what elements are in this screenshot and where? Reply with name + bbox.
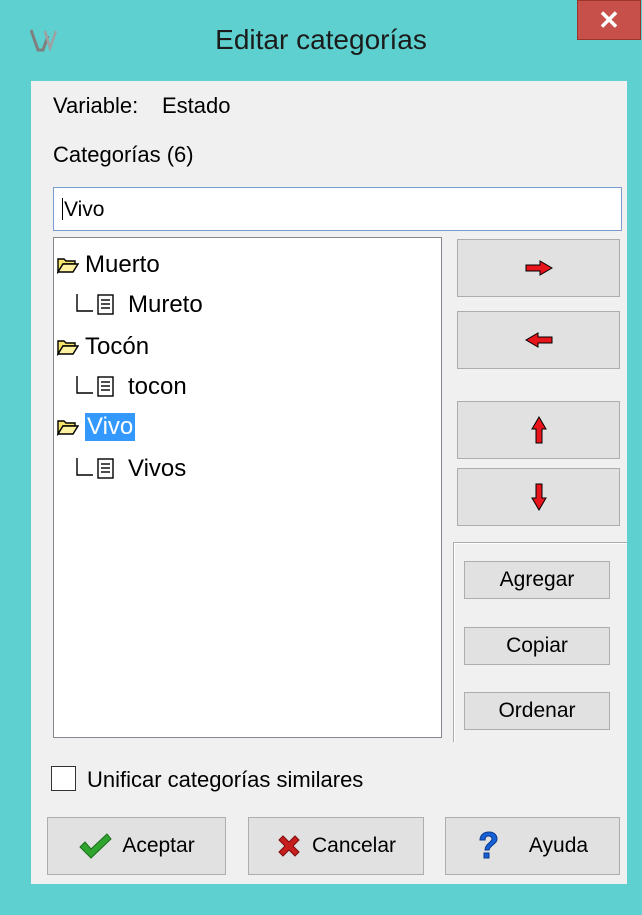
unify-similar-checkbox[interactable] (51, 766, 76, 791)
close-icon: ✕ (598, 4, 620, 35)
text-caret (62, 198, 63, 220)
tree-connector (76, 376, 93, 394)
arrow-right-icon (525, 260, 553, 276)
move-left-button[interactable] (457, 311, 620, 369)
document-icon (97, 294, 114, 315)
window-title: Editar categorías (215, 24, 427, 55)
help-question-icon (479, 831, 498, 859)
tree-item-muerto[interactable]: Muerto (57, 248, 160, 282)
tree-subitem-label: tocon (128, 373, 187, 400)
tree-subitem-label: Vivos (128, 455, 187, 482)
tree-item-vivo[interactable]: Vivo (57, 410, 136, 444)
cancel-button[interactable]: Cancelar (248, 817, 424, 875)
accept-button[interactable]: Aceptar (47, 817, 226, 875)
cancel-x-icon (278, 835, 300, 857)
add-button-label: Agregar (499, 568, 575, 591)
help-button-label: Ayuda (528, 834, 589, 857)
move-down-button[interactable] (457, 468, 620, 526)
category-name-value: Vivo (64, 198, 105, 221)
checkmark-icon (79, 833, 112, 859)
move-right-button[interactable] (457, 239, 620, 297)
title-bar[interactable]: Editar categorías ✕ (0, 0, 642, 82)
tree-subitem-vivos[interactable]: Vivos (74, 452, 186, 486)
sort-button-label: Ordenar (498, 699, 576, 722)
tree-item-tocon[interactable]: Tocón (57, 330, 149, 364)
move-up-button[interactable] (457, 401, 620, 459)
dialog-body: Variable: Estado Categorías (6) Vivo Mue… (31, 81, 627, 884)
tree-item-label-selected: Vivo (85, 413, 136, 441)
add-button[interactable]: Agregar (464, 561, 610, 599)
tree-subitem-mureto[interactable]: Mureto (74, 288, 203, 322)
categories-heading: Categorías (6) (53, 142, 194, 167)
copy-button[interactable]: Copiar (464, 627, 610, 665)
cancel-button-label: Cancelar (311, 834, 397, 857)
document-icon (97, 376, 114, 397)
tree-item-label: Muerto (85, 251, 160, 278)
tree-item-label: Tocón (85, 333, 150, 360)
arrow-left-icon (524, 332, 552, 348)
copy-button-label: Copiar (506, 634, 568, 657)
close-button[interactable]: ✕ (577, 0, 641, 40)
document-icon (97, 458, 114, 479)
variable-value: Estado (162, 93, 231, 118)
folder-open-icon (57, 420, 79, 436)
variable-label: Variable: (53, 93, 139, 118)
tree-subitem-label: Mureto (128, 291, 203, 318)
arrow-down-icon (530, 483, 547, 511)
arrow-up-icon (530, 416, 547, 444)
tree-connector (76, 294, 93, 312)
unify-similar-label[interactable]: Unificar categorías similares (87, 767, 363, 793)
accept-button-label: Aceptar (122, 834, 195, 857)
category-name-input[interactable]: Vivo (53, 187, 622, 231)
help-button[interactable]: Ayuda (445, 817, 620, 875)
tree-connector (76, 458, 93, 476)
folder-open-icon (57, 258, 79, 274)
sort-button[interactable]: Ordenar (464, 692, 610, 730)
folder-open-icon (57, 340, 79, 356)
category-tree[interactable]: Muerto Mureto Tocón tocon Vivo Vivos (53, 237, 442, 738)
tree-subitem-tocon[interactable]: tocon (74, 370, 187, 404)
edit-categories-dialog: Editar categorías ✕ Variable: Estado Cat… (0, 0, 642, 915)
